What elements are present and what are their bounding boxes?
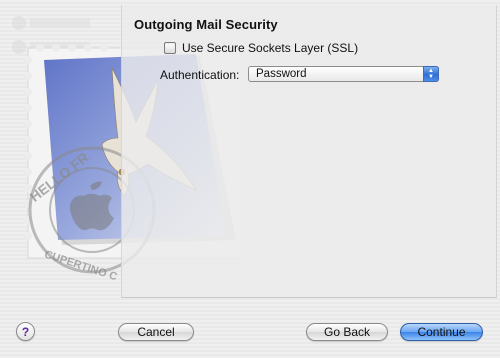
cancel-button[interactable]: Cancel	[118, 323, 194, 341]
ghost-account-icon	[12, 16, 26, 30]
continue-button[interactable]: Continue	[400, 323, 483, 341]
help-button[interactable]: ?	[16, 322, 35, 341]
authentication-select-value: Password	[256, 68, 307, 80]
go-back-button[interactable]: Go Back	[306, 323, 388, 341]
up-down-arrows-icon[interactable]: ▲ ▼	[423, 66, 439, 82]
authentication-select[interactable]: Password ▲ ▼	[248, 66, 439, 82]
authentication-label: Authentication:	[160, 68, 240, 82]
ssl-option[interactable]: Use Secure Sockets Layer (SSL)	[164, 41, 358, 55]
ghost-row	[30, 18, 90, 28]
ssl-checkbox-label[interactable]: Use Secure Sockets Layer (SSL)	[182, 41, 358, 55]
panel-title: Outgoing Mail Security	[134, 17, 278, 32]
ssl-checkbox[interactable]	[164, 42, 176, 54]
